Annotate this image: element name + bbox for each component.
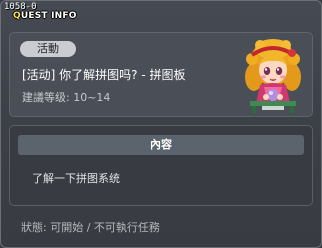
category-tag: 活動 [20, 41, 76, 57]
npc-girl-portrait-icon [245, 39, 301, 113]
window-header: 1058-0 QUEST INFO [1, 1, 321, 27]
window-title-initial: Q [13, 11, 21, 21]
quest-content-panel: 內容 了解一下拼图系统 [9, 125, 313, 206]
window-title: QUEST INFO [13, 11, 77, 22]
quest-name: [活动] 你了解拼图吗? - 拼图板 [22, 68, 186, 82]
quest-status: 狀態: 可開始 / 不可執行任務 [21, 221, 160, 234]
quest-info-window: 1058-0 QUEST INFO 活動 [活动] 你了解拼图吗? - 拼图板 … [0, 0, 322, 248]
quest-summary-panel: 活動 [活动] 你了解拼图吗? - 拼图板 建議等级: 10~14 [9, 32, 313, 117]
window-title-rest: UEST INFO [20, 11, 77, 21]
content-description: 了解一下拼图系统 [32, 172, 120, 185]
content-heading: 內容 [18, 135, 304, 155]
recommended-level: 建議等级: 10~14 [22, 91, 111, 104]
